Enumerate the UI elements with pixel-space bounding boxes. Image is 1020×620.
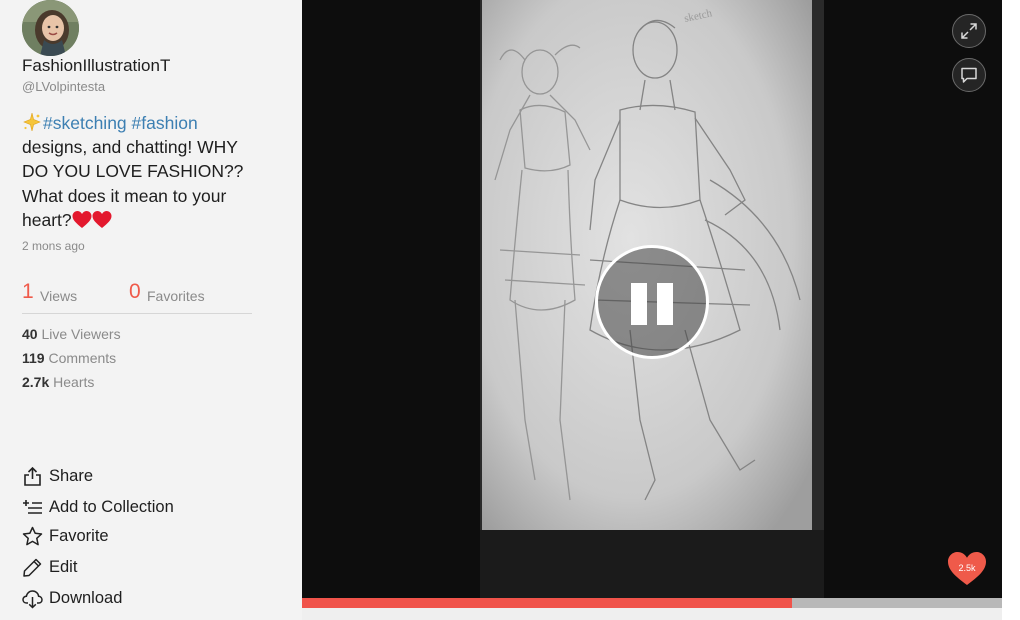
comments-metric[interactable]: 119 Comments — [22, 350, 116, 366]
share-button[interactable]: Share — [22, 464, 222, 488]
video-player[interactable]: sketch 2.5k — [302, 0, 1002, 598]
add-to-collection-label: Add to Collection — [49, 497, 174, 516]
stats-row: 1 Views 0 Favorites — [22, 280, 252, 314]
comments-value: 119 — [22, 350, 45, 366]
favorites-label: Favorites — [147, 288, 205, 304]
progress-fill — [302, 598, 792, 608]
hearts-badge[interactable]: 2.5k — [947, 551, 987, 587]
display-name[interactable]: FashionIllustrationT — [22, 56, 170, 76]
pencil-icon — [23, 558, 42, 577]
add-to-list-icon — [23, 499, 42, 514]
red-heart-icon — [92, 210, 112, 229]
favorite-label: Favorite — [49, 526, 109, 545]
download-button[interactable]: Download — [22, 586, 222, 610]
comments-label: Comments — [48, 350, 117, 366]
avatar[interactable] — [22, 0, 79, 56]
download-label: Download — [49, 588, 123, 607]
sparkle-icon — [22, 112, 42, 132]
expand-icon — [961, 23, 977, 39]
hearts-metric: 2.7k Hearts — [22, 374, 94, 390]
hearts-label: Hearts — [53, 374, 95, 390]
pause-button[interactable] — [595, 245, 709, 359]
pause-icon — [657, 283, 673, 325]
fullscreen-button[interactable] — [952, 14, 986, 48]
hashtag-link[interactable]: #fashion — [132, 113, 198, 133]
progress-bar[interactable] — [302, 598, 1002, 608]
live-viewers-value: 40 — [22, 326, 38, 342]
edit-button[interactable]: Edit — [22, 555, 222, 579]
caption-body: designs, and chatting! WHY DO YOU LOVE F… — [22, 137, 244, 230]
chat-bubble-icon — [961, 67, 977, 83]
bottom-strip — [302, 608, 1002, 620]
edit-label: Edit — [49, 557, 78, 576]
hearts-value: 2.7k — [22, 374, 50, 390]
share-icon — [24, 466, 41, 486]
live-viewers-label: Live Viewers — [41, 326, 121, 342]
add-to-collection-button[interactable]: Add to Collection — [22, 495, 222, 519]
posted-time: 2 mons ago — [22, 239, 85, 253]
views-label: Views — [40, 288, 78, 304]
red-heart-icon — [72, 210, 92, 229]
cloud-download-icon — [22, 589, 43, 609]
pause-icon — [631, 283, 647, 325]
live-viewers-metric: 40 Live Viewers — [22, 326, 121, 342]
views-count: 1 — [22, 280, 34, 303]
star-icon — [22, 526, 43, 545]
user-handle[interactable]: @LVolpintesta — [22, 79, 105, 94]
favorite-button[interactable]: Favorite — [22, 524, 222, 548]
hearts-badge-count: 2.5k — [958, 563, 976, 573]
post-caption: #sketching #fashion designs, and chatting… — [22, 111, 267, 232]
favorites-count: 0 — [129, 280, 141, 303]
chat-toggle-button[interactable] — [952, 58, 986, 92]
sidebar: FashionIllustrationT @LVolpintesta #sket… — [0, 0, 302, 620]
hashtag-link[interactable]: #sketching — [43, 113, 127, 133]
share-label: Share — [49, 466, 94, 485]
right-gutter — [1002, 0, 1020, 620]
